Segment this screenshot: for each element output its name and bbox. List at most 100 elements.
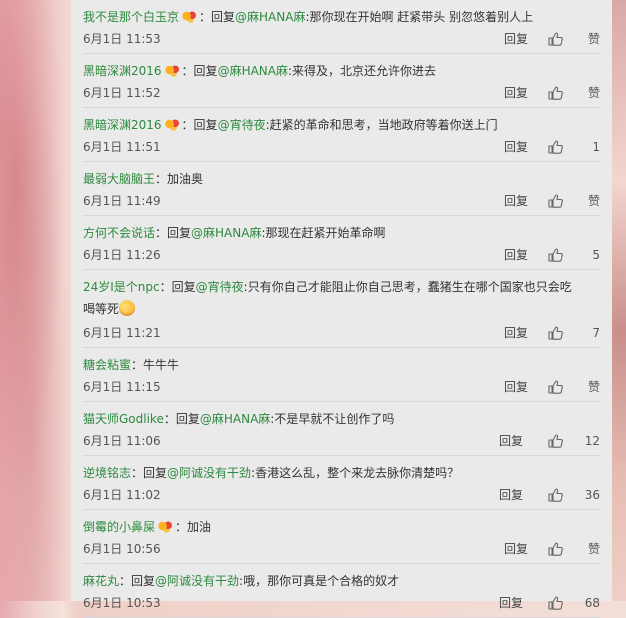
like-button[interactable]: 68 bbox=[548, 593, 600, 613]
comment-body-text: ：回复 bbox=[181, 64, 218, 78]
comment-timestamp: 6月1日 11:15 bbox=[83, 380, 161, 394]
comment-text: 逆境铭志：回复@阿诚没有干劲:香港这么乱，整个来龙去脉你清楚吗？ bbox=[83, 462, 600, 484]
comment-body-text: ：回复 bbox=[131, 466, 168, 480]
comment-panel: 我不是那个白玉京 ：回复@麻HANA麻:那你现在开始啊 赶紧带头 别忽悠着别人上 6… bbox=[71, 0, 612, 618]
comment-timestamp: 6月1日 10:53 bbox=[83, 596, 161, 610]
comment-body-text: :不是早就不让创作了吗 bbox=[270, 412, 395, 426]
member-badge-icon bbox=[157, 519, 174, 533]
mention-link[interactable]: @阿诚没有干劲 bbox=[155, 574, 239, 588]
like-button[interactable]: 赞 bbox=[548, 191, 600, 211]
comment-body-text: ：加油奥 bbox=[155, 172, 204, 186]
comment-list: 我不是那个白玉京 ：回复@麻HANA麻:那你现在开始啊 赶紧带头 别忽悠着别人上 6… bbox=[83, 0, 600, 618]
comment-body-text: :那你现在开始啊 赶紧带头 别忽悠着别人上 bbox=[305, 10, 534, 24]
reply-button[interactable]: 回复 bbox=[499, 485, 523, 505]
reply-button[interactable]: 回复 bbox=[504, 83, 528, 103]
comment-timestamp: 6月1日 11:53 bbox=[83, 32, 161, 46]
thumbs-up-icon bbox=[548, 380, 563, 394]
like-button[interactable]: 赞 bbox=[548, 29, 600, 49]
comment-meta: 6月1日 11:26 回复 5 bbox=[83, 245, 600, 265]
reply-button[interactable]: 回复 bbox=[504, 539, 528, 559]
mention-link[interactable]: @宵待夜 bbox=[218, 118, 266, 132]
mention-link[interactable]: @麻HANA麻 bbox=[235, 10, 305, 24]
reply-button[interactable]: 回复 bbox=[504, 323, 528, 343]
thumbs-up-icon bbox=[548, 194, 563, 208]
mention-link[interactable]: @麻HANA麻 bbox=[191, 226, 261, 240]
member-badge-icon bbox=[181, 9, 198, 23]
like-count: 68 bbox=[584, 596, 600, 610]
comment-username-link[interactable]: 黑暗深渊2016 bbox=[83, 118, 162, 132]
like-button[interactable]: 12 bbox=[548, 431, 600, 451]
comment-username-link[interactable]: 逆境铭志 bbox=[83, 466, 131, 480]
thumbs-up-icon bbox=[548, 248, 563, 262]
comment-item: 糖会粘蜜：牛牛牛 6月1日 11:15 回复 赞 bbox=[83, 348, 600, 402]
reply-button[interactable]: 回复 bbox=[504, 377, 528, 397]
like-count: 7 bbox=[592, 326, 600, 340]
mention-link[interactable]: @麻HANA麻 bbox=[218, 64, 288, 78]
thumbs-up-icon bbox=[548, 32, 563, 46]
comment-body-text: ：回复 bbox=[119, 574, 156, 588]
like-count: 12 bbox=[584, 434, 600, 448]
comment-body-text: :哦，那你可真是个合格的奴才 bbox=[239, 574, 400, 588]
background-art-left bbox=[0, 0, 78, 601]
comment-username-link[interactable]: 倒霉的小鼻屎 bbox=[83, 520, 155, 534]
comment-username-link[interactable]: 24岁I是个npc bbox=[83, 280, 160, 294]
comment-username-link[interactable]: 我不是那个白玉京 bbox=[83, 10, 179, 24]
comment-item: 我不是那个白玉京 ：回复@麻HANA麻:那你现在开始啊 赶紧带头 别忽悠着别人上 6… bbox=[83, 0, 600, 54]
mention-link[interactable]: @麻HANA麻 bbox=[200, 412, 270, 426]
comment-username-link[interactable]: 最弱大脑脑王 bbox=[83, 172, 155, 186]
like-button[interactable]: 7 bbox=[548, 323, 600, 343]
like-button[interactable]: 5 bbox=[548, 245, 600, 265]
comment-meta: 6月1日 11:51 回复 1 bbox=[83, 137, 600, 157]
thumbs-up-icon bbox=[548, 326, 563, 340]
like-count: 赞 bbox=[587, 542, 600, 556]
like-button[interactable]: 1 bbox=[548, 137, 600, 157]
comment-text: 猫天师Godlike：回复@麻HANA麻:不是早就不让创作了吗 bbox=[83, 408, 600, 430]
comment-meta: 6月1日 10:56 回复 赞 bbox=[83, 539, 600, 559]
comment-body-text: ：回复 bbox=[155, 226, 192, 240]
mention-link[interactable]: @宵待夜 bbox=[196, 280, 244, 294]
like-count: 1 bbox=[592, 140, 600, 154]
comment-body-text: ：回复 bbox=[181, 118, 218, 132]
comment-body-text: :香港这么乱，整个来龙去脉你清楚吗？ bbox=[251, 466, 460, 480]
comment-body-text: :赶紧的革命和思考，当地政府等着你送上门 bbox=[265, 118, 498, 132]
thumbs-up-icon bbox=[548, 542, 563, 556]
reply-button[interactable]: 回复 bbox=[499, 593, 523, 613]
comment-item: 麻花丸：回复@阿诚没有干劲:哦，那你可真是个合格的奴才 6月1日 10:53 回复 6… bbox=[83, 564, 600, 618]
comment-username-link[interactable]: 麻花丸 bbox=[83, 574, 119, 588]
comment-username-link[interactable]: 黑暗深渊2016 bbox=[83, 64, 162, 78]
comment-timestamp: 6月1日 10:56 bbox=[83, 542, 161, 556]
comment-username-link[interactable]: 猫天师Godlike bbox=[83, 412, 164, 426]
reply-button[interactable]: 回复 bbox=[499, 431, 523, 451]
comment-body-text: :来得及，北京还允许你进去 bbox=[287, 64, 437, 78]
reply-button[interactable]: 回复 bbox=[504, 191, 528, 211]
comment-username-link[interactable]: 方何不会说话 bbox=[83, 226, 155, 240]
comment-item: 逆境铭志：回复@阿诚没有干劲:香港这么乱，整个来龙去脉你清楚吗？ 6月1日 11:… bbox=[83, 456, 600, 510]
comment-text: 黑暗深渊2016 ：回复@宵待夜:赶紧的革命和思考，当地政府等着你送上门 bbox=[83, 114, 600, 136]
comment-item: 猫天师Godlike：回复@麻HANA麻:不是早就不让创作了吗 6月1日 11:0… bbox=[83, 402, 600, 456]
comment-item: 方何不会说话：回复@麻HANA麻:那现在赶紧开始革命啊 6月1日 11:26 回复 5 bbox=[83, 216, 600, 270]
comment-username-link[interactable]: 糖会粘蜜 bbox=[83, 358, 131, 372]
reply-button[interactable]: 回复 bbox=[504, 245, 528, 265]
like-button[interactable]: 赞 bbox=[548, 377, 600, 397]
reply-button[interactable]: 回复 bbox=[504, 29, 528, 49]
comment-timestamp: 6月1日 11:06 bbox=[83, 434, 161, 448]
mention-link[interactable]: @阿诚没有干劲 bbox=[167, 466, 251, 480]
comment-body-text: :那现在赶紧开始革命啊 bbox=[261, 226, 386, 240]
like-button[interactable]: 36 bbox=[548, 485, 600, 505]
comment-meta: 6月1日 11:02 回复 36 bbox=[83, 485, 600, 505]
like-button[interactable]: 赞 bbox=[548, 83, 600, 103]
reply-button[interactable]: 回复 bbox=[504, 137, 528, 157]
comment-item: 黑暗深渊2016 ：回复@麻HANA麻:来得及，北京还允许你进去 6月1日 11:5… bbox=[83, 54, 600, 108]
comment-item: 最弱大脑脑王：加油奥 6月1日 11:49 回复 赞 bbox=[83, 162, 600, 216]
comment-body-text: ：回复 bbox=[163, 412, 200, 426]
comment-meta: 6月1日 11:06 回复 12 bbox=[83, 431, 600, 451]
comment-timestamp: 6月1日 11:21 bbox=[83, 326, 161, 340]
member-badge-icon bbox=[163, 63, 180, 77]
comment-text: 黑暗深渊2016 ：回复@麻HANA麻:来得及，北京还允许你进去 bbox=[83, 60, 600, 82]
comment-timestamp: 6月1日 11:52 bbox=[83, 86, 161, 100]
comment-meta: 6月1日 11:52 回复 赞 bbox=[83, 83, 600, 103]
comment-body-text: ：回复 bbox=[199, 10, 236, 24]
like-button[interactable]: 赞 bbox=[548, 539, 600, 559]
like-count: 36 bbox=[584, 488, 600, 502]
comment-meta: 6月1日 11:53 回复 赞 bbox=[83, 29, 600, 49]
